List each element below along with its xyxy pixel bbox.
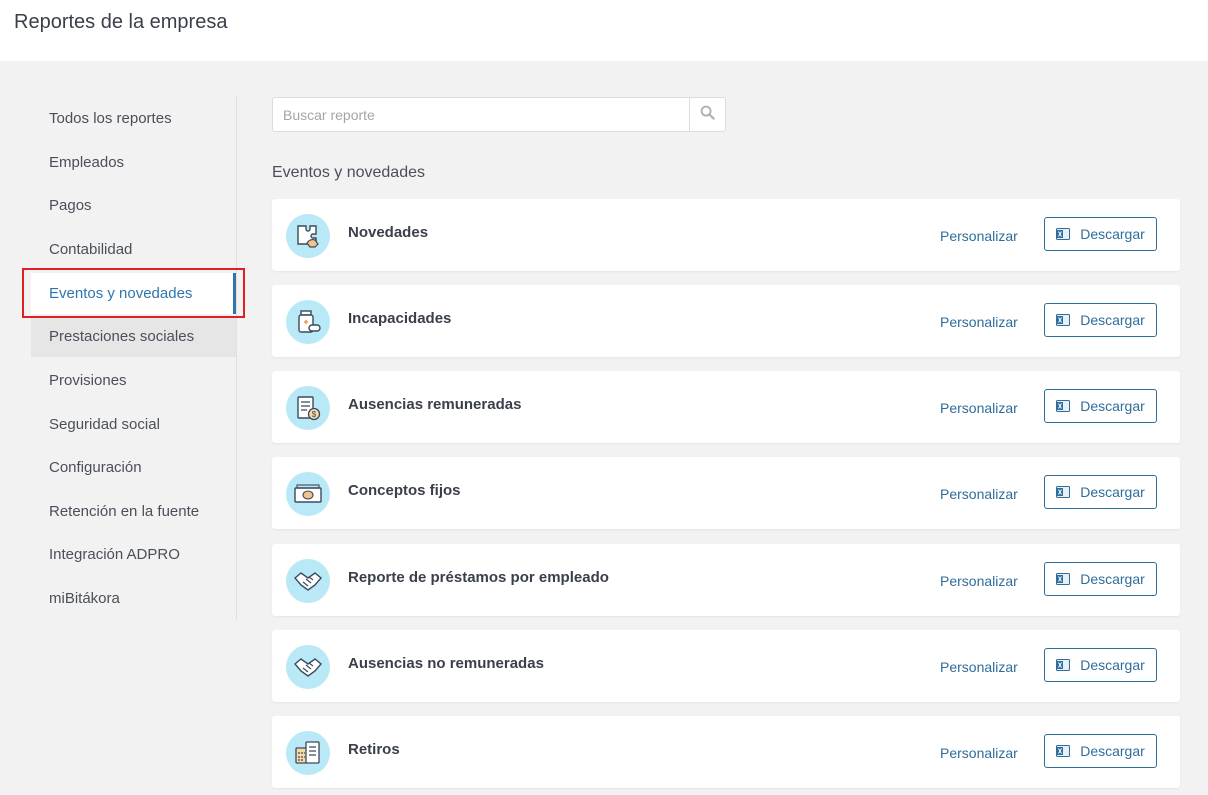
page-title: Reportes de la empresa xyxy=(14,11,228,33)
customize-link[interactable]: Personalizar xyxy=(940,314,1018,330)
download-label: Descargar xyxy=(1080,398,1145,414)
search-bar xyxy=(272,97,726,132)
excel-icon xyxy=(1056,573,1071,585)
sidebar-item-provisiones[interactable]: Provisiones xyxy=(31,360,236,401)
sidebar-item-seguridad-social[interactable]: Seguridad social xyxy=(31,404,236,445)
report-card-novedades: Novedades Personalizar Descargar xyxy=(272,199,1180,271)
sidebar-item-prestaciones-sociales[interactable]: Prestaciones sociales xyxy=(31,316,236,357)
excel-icon xyxy=(1056,314,1071,326)
sidebar-item-contabilidad[interactable]: Contabilidad xyxy=(31,229,236,270)
download-button[interactable]: Descargar xyxy=(1044,734,1157,768)
excel-icon xyxy=(1056,745,1071,757)
section-title: Eventos y novedades xyxy=(272,164,425,181)
sidebar-item-mibitakora[interactable]: miBitákora xyxy=(31,578,236,619)
download-button[interactable]: Descargar xyxy=(1044,648,1157,682)
report-card-retiros: Retiros Personalizar Descargar xyxy=(272,716,1180,788)
download-label: Descargar xyxy=(1080,312,1145,328)
download-button[interactable]: Descargar xyxy=(1044,475,1157,509)
customize-link[interactable]: Personalizar xyxy=(940,745,1018,761)
report-title: Conceptos fijos xyxy=(348,482,461,499)
download-label: Descargar xyxy=(1080,571,1145,587)
report-title: Reporte de préstamos por empleado xyxy=(348,569,609,586)
sidebar-item-configuracion[interactable]: Configuración xyxy=(31,447,236,488)
search-button[interactable] xyxy=(689,98,725,131)
medicine-icon xyxy=(286,300,330,344)
top-bar: Reportes de la empresa xyxy=(0,0,1208,61)
download-button[interactable]: Descargar xyxy=(1044,389,1157,423)
customize-link[interactable]: Personalizar xyxy=(940,486,1018,502)
customize-link[interactable]: Personalizar xyxy=(940,228,1018,244)
report-card-ausencias-no-remuneradas: Ausencias no remuneradas Personalizar De… xyxy=(272,630,1180,702)
svg-text:$: $ xyxy=(312,410,317,419)
handshake-icon xyxy=(286,559,330,603)
download-button[interactable]: Descargar xyxy=(1044,303,1157,337)
excel-icon xyxy=(1056,400,1071,412)
calculator-document-icon xyxy=(286,731,330,775)
puzzle-hand-icon xyxy=(286,214,330,258)
document-money-icon: $ xyxy=(286,386,330,430)
sidebar-item-pagos[interactable]: Pagos xyxy=(31,185,236,226)
download-button[interactable]: Descargar xyxy=(1044,562,1157,596)
customize-link[interactable]: Personalizar xyxy=(940,400,1018,416)
download-label: Descargar xyxy=(1080,657,1145,673)
search-input[interactable] xyxy=(273,98,690,131)
customize-link[interactable]: Personalizar xyxy=(940,573,1018,589)
sidebar-item-eventos-y-novedades[interactable]: Eventos y novedades xyxy=(31,273,236,314)
report-card-incapacidades: Incapacidades Personalizar Descargar xyxy=(272,285,1180,357)
report-card-reporte-de-prestamos: Reporte de préstamos por empleado Person… xyxy=(272,544,1180,616)
report-title: Retiros xyxy=(348,741,400,758)
download-label: Descargar xyxy=(1080,743,1145,759)
download-button[interactable]: Descargar xyxy=(1044,217,1157,251)
search-icon xyxy=(700,105,715,125)
excel-icon xyxy=(1056,228,1071,240)
sidebar: Todos los reportes Empleados Pagos Conta… xyxy=(31,96,237,620)
sidebar-item-todos-los-reportes[interactable]: Todos los reportes xyxy=(31,98,236,139)
download-label: Descargar xyxy=(1080,226,1145,242)
report-title: Novedades xyxy=(348,224,429,241)
sidebar-item-integracion-adpro[interactable]: Integración ADPRO xyxy=(31,534,236,575)
banknotes-icon xyxy=(286,472,330,516)
report-title: Ausencias remuneradas xyxy=(348,396,522,413)
sidebar-item-retencion-en-la-fuente[interactable]: Retención en la fuente xyxy=(31,491,236,532)
customize-link[interactable]: Personalizar xyxy=(940,659,1018,675)
handshake-icon xyxy=(286,645,330,689)
download-label: Descargar xyxy=(1080,484,1145,500)
excel-icon xyxy=(1056,659,1071,671)
report-title: Ausencias no remuneradas xyxy=(348,655,544,672)
report-card-ausencias-remuneradas: $ Ausencias remuneradas Personalizar Des… xyxy=(272,371,1180,443)
excel-icon xyxy=(1056,486,1071,498)
sidebar-item-empleados[interactable]: Empleados xyxy=(31,142,236,183)
report-title: Incapacidades xyxy=(348,310,452,327)
report-card-conceptos-fijos: Conceptos fijos Personalizar Descargar xyxy=(272,457,1180,529)
